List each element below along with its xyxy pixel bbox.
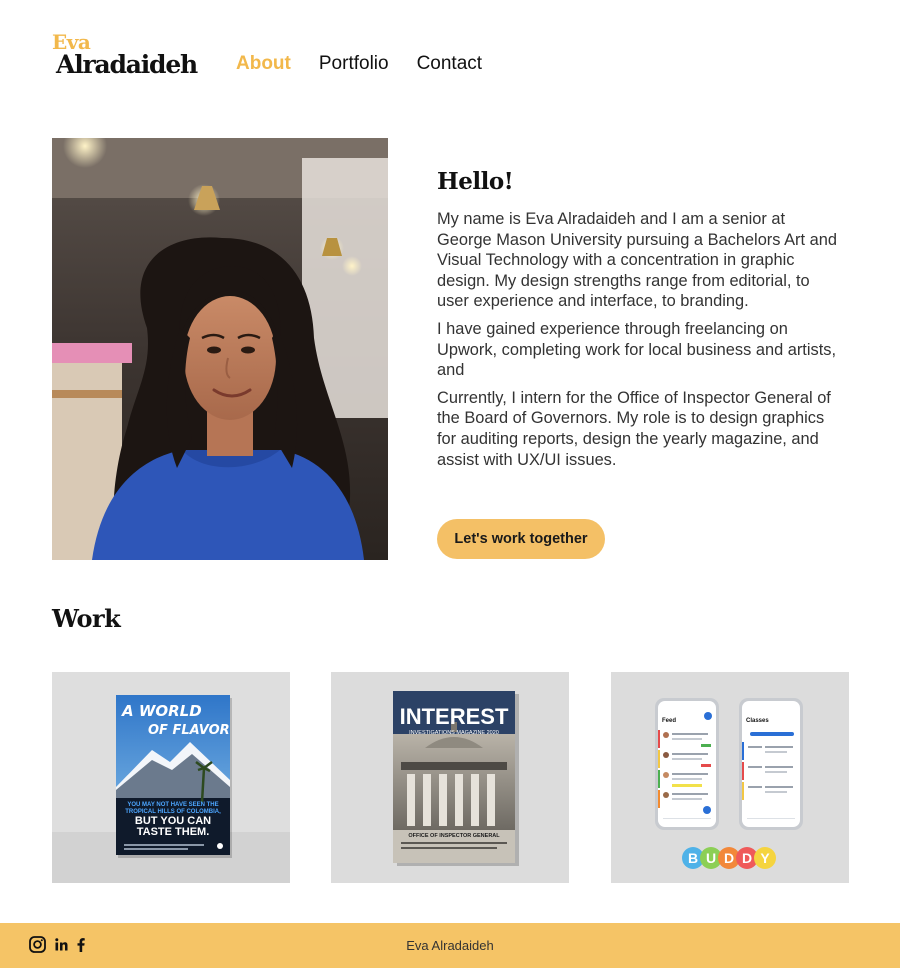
site-header: Eva Alradaideh About Portfolio Contact: [0, 0, 900, 120]
work-together-button[interactable]: Let's work together: [437, 519, 605, 559]
poster-title-1: A WORLD: [121, 702, 202, 720]
buddy-letter: D: [724, 850, 734, 866]
poster-sub-1: YOU MAY NOT HAVE SEEN THE: [127, 802, 218, 808]
buddy-letter: Y: [760, 850, 770, 866]
intro-paragraph: My name is Eva Alradaideh and I am a sen…: [437, 210, 837, 311]
app-screen1-title: Feed: [662, 718, 676, 724]
main-nav: About Portfolio Contact: [236, 53, 482, 75]
intro-heading: Hello!: [437, 168, 514, 195]
logo[interactable]: Eva Alradaideh: [52, 28, 202, 84]
poster-title-2: OF FLAVOR: [148, 723, 230, 738]
logo-last-name: Alradaideh: [56, 50, 198, 79]
magazine-title: INTEREST: [400, 704, 509, 729]
site-footer: Eva Alradaideh: [0, 923, 900, 968]
app-screen2-title: Classes: [746, 718, 769, 724]
work-card-magazine[interactable]: INTEREST INVESTIGATIONS MAGAZINE 2020 OF…: [331, 672, 569, 883]
intro-paragraph: I have gained experience through freelan…: [437, 319, 837, 380]
work-section-title: Work: [52, 604, 121, 633]
magazine-footer: OFFICE OF INSPECTOR GENERAL: [408, 833, 500, 839]
footer-copyright: Eva Alradaideh: [406, 938, 494, 953]
poster-big-2: TASTE THEM.: [137, 826, 210, 838]
intro-section: Hello! My name is Eva Alradaideh and I a…: [437, 168, 837, 477]
portrait-photo: [52, 138, 388, 560]
buddy-letter: D: [742, 850, 752, 866]
nav-item-about[interactable]: About: [236, 53, 291, 75]
intro-paragraph: Currently, I intern for the Office of In…: [437, 388, 831, 469]
work-card-poster[interactable]: A WORLD OF FLAVOR YOU MAY NOT HAVE SEEN …: [52, 672, 290, 883]
magazine-subtitle: INVESTIGATIONS MAGAZINE 2020: [409, 730, 499, 736]
work-card-app[interactable]: Feed Classes B U D D Y: [611, 672, 849, 883]
buddy-letter: U: [706, 850, 716, 866]
buddy-letter: B: [688, 850, 698, 866]
nav-item-portfolio[interactable]: Portfolio: [319, 53, 389, 75]
nav-item-contact[interactable]: Contact: [417, 53, 482, 75]
